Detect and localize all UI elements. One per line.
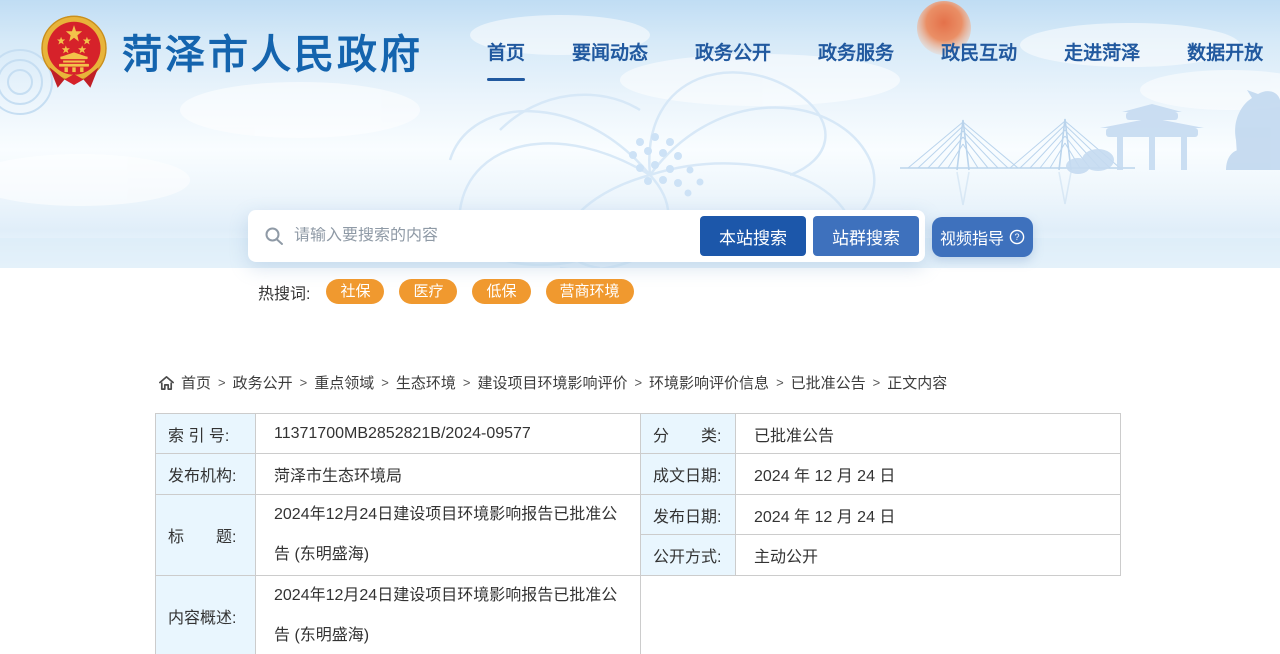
site-brand[interactable]: 菏泽市人民政府 (40, 14, 423, 88)
home-icon (158, 375, 175, 391)
nav-item-news[interactable]: 要闻动态 (572, 38, 648, 65)
search-bar: 本站搜索 站群搜索 (248, 210, 925, 262)
empty-cell (641, 576, 1121, 654)
publish-date-value: 2024 年 12 月 24 日 (736, 495, 1121, 535)
search-input[interactable] (294, 227, 700, 245)
category-label: 分 类: (641, 414, 736, 454)
breadcrumb-home[interactable]: 首页 (181, 372, 211, 393)
title-value: 2024年12月24日建设项目环境影响报告已批准公告 (东明盛海) (256, 495, 641, 576)
title-label: 标 题: (156, 495, 256, 576)
breadcrumb-separator: > (634, 375, 642, 390)
breadcrumb-eia[interactable]: 建设项目环境影响评价 (477, 372, 627, 393)
svg-text:?: ? (1014, 232, 1019, 242)
hot-search-label: 热搜词: (258, 280, 310, 304)
breadcrumb: 首页 > 政务公开 > 重点领域 > 生态环境 > 建设项目环境影响评价 > 环… (158, 372, 947, 393)
group-search-button[interactable]: 站群搜索 (813, 216, 919, 256)
search-icon (264, 226, 284, 246)
page: 菏泽市人民政府 首页 要闻动态 政务公开 政务服务 政民互动 走进菏泽 数据开放… (0, 0, 1280, 654)
nav-item-about-heze[interactable]: 走进菏泽 (1064, 38, 1140, 65)
breadcrumb-separator: > (463, 375, 471, 390)
hot-tag-subsistence[interactable]: 低保 (472, 279, 530, 304)
hot-search-row: 热搜词: 社保 医疗 低保 营商环境 (258, 279, 649, 304)
breadcrumb-separator: > (300, 375, 308, 390)
issuing-agency-value: 菏泽市生态环境局 (256, 454, 641, 495)
breadcrumb-approved-notices[interactable]: 已批准公告 (791, 372, 866, 393)
site-search-button[interactable]: 本站搜索 (700, 216, 806, 256)
nav-item-gov-info[interactable]: 政务公开 (695, 38, 771, 65)
hot-tag-social-security[interactable]: 社保 (326, 279, 384, 304)
breadcrumb-key-areas[interactable]: 重点领域 (314, 372, 374, 393)
question-circle-icon: ? (1009, 229, 1025, 245)
breadcrumb-separator: > (776, 375, 784, 390)
written-date-value: 2024 年 12 月 24 日 (736, 454, 1121, 495)
summary-label: 内容概述: (156, 576, 256, 654)
nav-item-interaction[interactable]: 政民互动 (941, 38, 1017, 65)
breadcrumb-separator: > (218, 375, 226, 390)
national-emblem-logo (40, 14, 108, 88)
category-value: 已批准公告 (736, 414, 1121, 454)
hot-tag-business-environment[interactable]: 营商环境 (546, 279, 634, 304)
breadcrumb-eia-info[interactable]: 环境影响评价信息 (649, 372, 769, 393)
nav-item-gov-services[interactable]: 政务服务 (818, 38, 894, 65)
main-nav: 首页 要闻动态 政务公开 政务服务 政民互动 走进菏泽 数据开放 (487, 38, 1263, 65)
video-guide-button[interactable]: 视频指导 ? (932, 217, 1033, 257)
publish-date-label: 发布日期: (641, 495, 736, 535)
site-title: 菏泽市人民政府 (122, 22, 423, 80)
video-guide-label: 视频指导 (940, 225, 1004, 249)
index-number-value: 11371700MB2852821B/2024-09577 (256, 414, 641, 454)
open-method-value: 主动公开 (736, 535, 1121, 576)
breadcrumb-ecology[interactable]: 生态环境 (396, 372, 456, 393)
breadcrumb-separator: > (381, 375, 389, 390)
summary-value: 2024年12月24日建设项目环境影响报告已批准公告 (东明盛海) (256, 576, 641, 654)
breadcrumb-gov-info[interactable]: 政务公开 (233, 372, 293, 393)
document-meta-table: 索 引 号: 11371700MB2852821B/2024-09577 分 类… (155, 413, 1121, 654)
breadcrumb-current-page: 正文内容 (887, 372, 947, 393)
index-number-label: 索 引 号: (156, 414, 256, 454)
breadcrumb-separator: > (873, 375, 881, 390)
open-method-label: 公开方式: (641, 535, 736, 576)
nav-item-open-data[interactable]: 数据开放 (1187, 38, 1263, 65)
nav-item-home[interactable]: 首页 (487, 38, 525, 65)
issuing-agency-label: 发布机构: (156, 454, 256, 495)
hot-tag-medical[interactable]: 医疗 (399, 279, 457, 304)
written-date-label: 成文日期: (641, 454, 736, 495)
